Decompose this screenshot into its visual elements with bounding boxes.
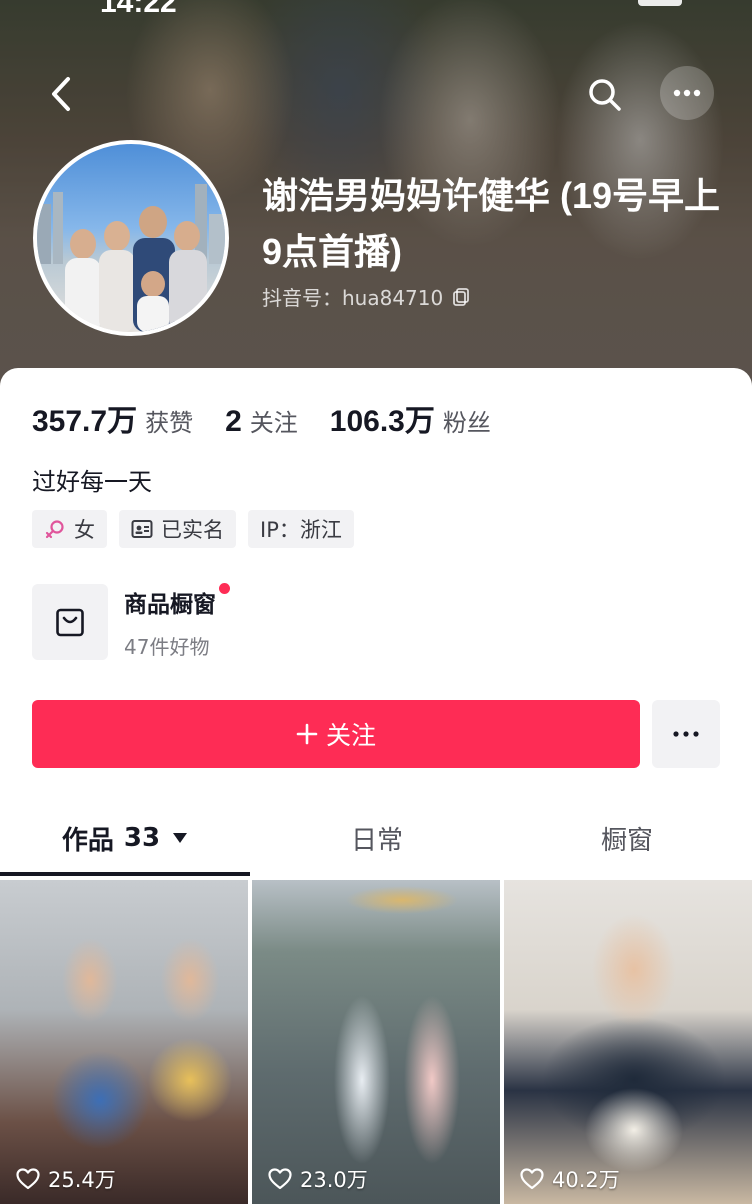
avatar-family-photo	[37, 184, 225, 332]
plus-icon	[296, 723, 318, 745]
video-likes: 40.2万	[520, 1164, 620, 1194]
douyin-id-text: 抖音号：hua84710	[262, 286, 444, 310]
ip-tag: IP：浙江	[248, 510, 354, 548]
id-card-icon	[131, 518, 153, 540]
heart-icon	[520, 1168, 544, 1190]
gender-tag: 女	[32, 510, 107, 548]
more-options-button[interactable]	[660, 66, 714, 120]
stat-following-label: 关注	[249, 409, 298, 437]
stat-likes-value: 357.7万	[32, 405, 138, 438]
tab-daily[interactable]: 日常	[252, 804, 502, 872]
tab-works[interactable]: 作品 33	[0, 804, 250, 872]
more-dots-icon	[673, 89, 701, 97]
tab-works-label: 作品	[61, 825, 114, 856]
profile-bio: 过好每一天	[32, 468, 152, 496]
shop-title-label: 商品橱窗	[124, 591, 216, 618]
caret-down-icon	[172, 832, 188, 844]
gender-tag-label: 女	[74, 518, 95, 542]
shopping-bag-icon	[56, 608, 84, 637]
battery-icon	[638, 0, 682, 6]
stat-followers-value: 106.3万	[329, 405, 435, 438]
shop-icon-box	[32, 584, 108, 660]
video-likes: 25.4万	[16, 1164, 116, 1194]
more-dots-icon	[673, 731, 699, 737]
profile-cover: 14:22 谢浩男妈妈许健华 (19号早上9点首播) 抖音号：hua84710	[0, 0, 752, 400]
tab-shop-label: 橱窗	[600, 825, 653, 856]
follow-button[interactable]: 关注	[32, 700, 640, 768]
search-button[interactable]	[584, 74, 626, 116]
notification-dot	[219, 582, 230, 594]
status-time: 14:22	[100, 0, 177, 19]
chevron-left-icon	[52, 77, 70, 111]
back-button[interactable]	[44, 74, 78, 114]
stat-followers-label: 粉丝	[442, 409, 491, 437]
profile-tags: 女 已实名 IP：浙江	[32, 510, 354, 548]
tab-shop[interactable]: 橱窗	[502, 804, 752, 872]
video-likes: 23.0万	[268, 1164, 368, 1194]
follow-button-label: 关注	[325, 721, 376, 750]
verified-tag: 已实名	[119, 510, 236, 548]
video-thumbnail[interactable]: 25.4万	[0, 880, 248, 1204]
stat-following-value: 2	[225, 405, 242, 438]
video-likes-count: 25.4万	[48, 1168, 116, 1192]
video-likes-count: 23.0万	[300, 1168, 368, 1192]
search-icon	[589, 79, 621, 111]
content-tabs: 作品 33 日常 橱窗	[0, 804, 752, 876]
video-thumbnail[interactable]: 40.2万	[504, 880, 752, 1204]
heart-icon	[268, 1168, 292, 1190]
shop-subtitle: 47件好物	[124, 634, 210, 659]
tab-works-count: 33	[123, 823, 161, 853]
shop-text: 商品橱窗 47件好物	[124, 582, 230, 660]
profile-stats: 357.7万 获赞 2 关注 106.3万 粉丝	[32, 396, 523, 440]
video-thumbnail[interactable]: 23.0万	[252, 880, 500, 1204]
tab-daily-label: 日常	[350, 825, 403, 856]
stat-likes-label: 获赞	[145, 409, 194, 437]
avatar[interactable]	[33, 140, 229, 336]
douyin-id: 抖音号：hua84710	[262, 282, 471, 311]
ip-tag-label: IP：浙江	[260, 518, 342, 542]
stat-likes[interactable]: 357.7万 获赞	[32, 396, 193, 440]
follow-more-button[interactable]	[652, 700, 720, 768]
stat-followers[interactable]: 106.3万 粉丝	[330, 396, 491, 440]
active-tab-indicator	[0, 872, 250, 876]
copy-icon[interactable]	[451, 287, 471, 307]
video-likes-count: 40.2万	[552, 1168, 620, 1192]
female-icon	[44, 518, 66, 540]
shop-window-entry[interactable]: 商品橱窗 47件好物	[32, 582, 230, 660]
verified-tag-label: 已实名	[161, 518, 224, 542]
profile-name: 谢浩男妈妈许健华 (19号早上9点首播)	[262, 175, 721, 272]
profile-sheet: 357.7万 获赞 2 关注 106.3万 粉丝 过好每一天 女 已实名 IP：…	[0, 368, 752, 1204]
stat-following[interactable]: 2 关注	[225, 403, 298, 439]
video-grid: 25.4万 23.0万 40.2万	[0, 880, 752, 1204]
heart-icon	[16, 1168, 40, 1190]
shop-title: 商品橱窗	[124, 582, 230, 619]
